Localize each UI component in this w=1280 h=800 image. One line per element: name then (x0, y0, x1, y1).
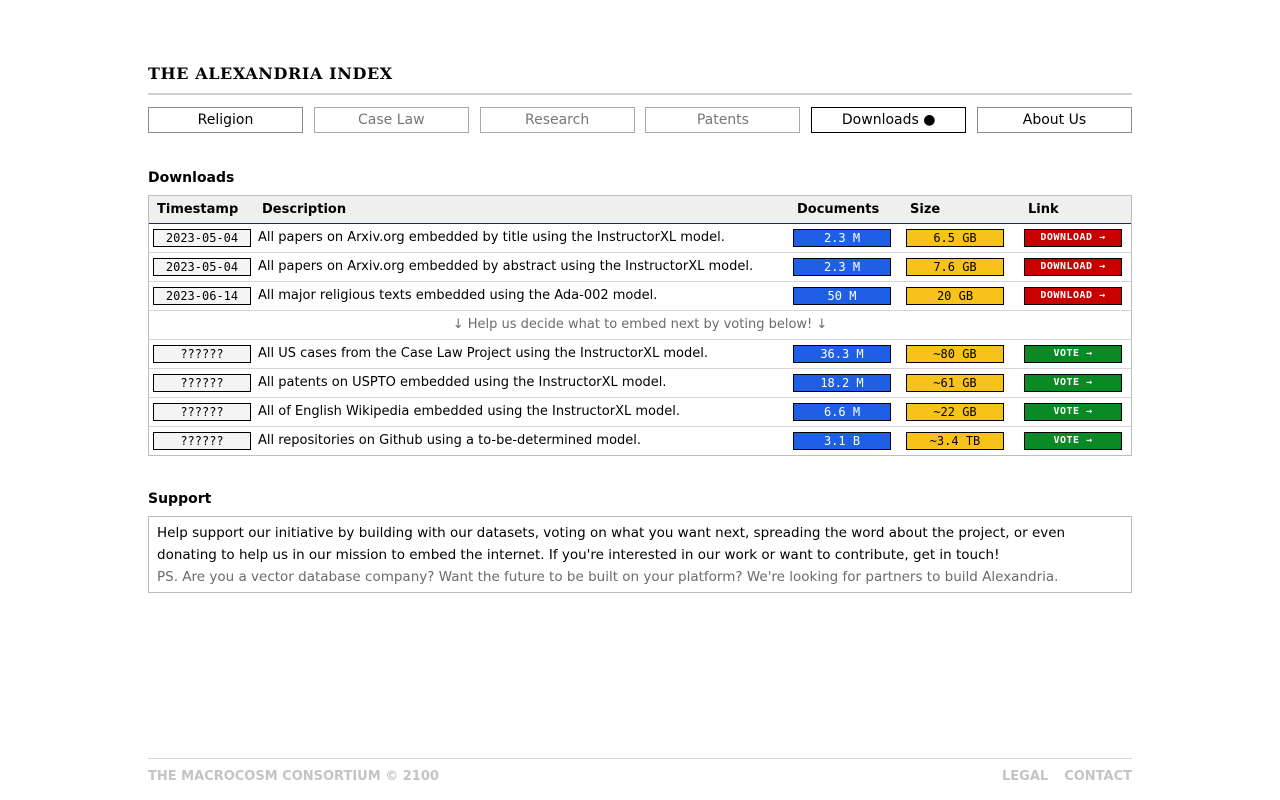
documents-badge: 2.3 M (793, 228, 891, 247)
table-row: ?????? All US cases from the Case Law Pr… (149, 339, 1131, 369)
size-badge: ~3.4 TB (906, 431, 1004, 450)
timestamp-badge: ?????? (153, 344, 251, 363)
table-row: 2023-05-04 All papers on Arxiv.org embed… (149, 223, 1131, 253)
site-title: THE ALEXANDRIA INDEX (148, 64, 393, 83)
documents-badge: 18.2 M (793, 373, 891, 392)
timestamp-badge: 2023-06-14 (153, 286, 251, 305)
table-row: 2023-06-14 All major religious texts emb… (149, 281, 1131, 311)
column-header-link: Link (1020, 196, 1131, 224)
download-button[interactable]: DOWNLOAD → (1024, 228, 1122, 247)
nav-tab-label: Research (524, 112, 590, 128)
download-button[interactable]: DOWNLOAD → (1024, 257, 1122, 276)
timestamp-badge: ?????? (153, 373, 251, 392)
size-badge: ~22 GB (906, 402, 1004, 421)
nav-tab-downloads[interactable]: Downloads ● (811, 107, 967, 133)
nav-tab-label: Religion (197, 112, 254, 128)
size-badge: 7.6 GB (906, 257, 1004, 276)
row-description: All US cases from the Case Law Project u… (254, 339, 789, 369)
nav-tab-patents[interactable]: Patents (645, 107, 801, 133)
table-row: ?????? All of English Wikipedia embedded… (149, 397, 1131, 427)
timestamp-badge: 2023-05-04 (153, 257, 251, 276)
support-panel: Help support our initiative by building … (148, 516, 1132, 593)
main-nav: Religion Case Law Research Patents Downl… (148, 107, 1132, 133)
table-row: ?????? All repositories on Github using … (149, 426, 1131, 455)
documents-badge: 6.6 M (793, 402, 891, 421)
footer-copyright: THE MACROCOSM CONSORTIUM © 2100 (148, 769, 439, 784)
support-ps: PS. Are you a vector database company? W… (157, 569, 1059, 585)
nav-tab-case-law[interactable]: Case Law (313, 107, 469, 133)
timestamp-badge: 2023-05-04 (153, 228, 251, 247)
table-row: 2023-05-04 All papers on Arxiv.org embed… (149, 252, 1131, 282)
nav-tab-religion[interactable]: Religion (148, 107, 303, 133)
vote-button[interactable]: VOTE → (1024, 344, 1122, 363)
documents-badge: 2.3 M (793, 257, 891, 276)
row-description: All patents on USPTO embedded using the … (254, 368, 789, 398)
size-badge: ~80 GB (906, 344, 1004, 363)
support-body: Help support our initiative by building … (157, 525, 1066, 563)
vote-banner-row: ↓ Help us decide what to embed next by v… (149, 310, 1131, 340)
nav-tab-research[interactable]: Research (479, 107, 635, 133)
table-header-row: Timestamp Description Documents Size Lin… (149, 196, 1131, 224)
row-description: All repositories on Github using a to-be… (258, 433, 642, 449)
size-badge: 6.5 GB (906, 228, 1004, 247)
vote-button[interactable]: VOTE → (1024, 402, 1122, 421)
row-description: All papers on Arxiv.org embedded by abst… (254, 252, 789, 282)
row-description: All papers on Arxiv.org embedded by titl… (254, 223, 789, 253)
column-header-size: Size (902, 196, 1020, 224)
timestamp-badge: ?????? (153, 402, 251, 421)
title-divider (148, 93, 1132, 95)
footer-divider (148, 758, 1132, 759)
footer-links: LEGAL CONTACT (1002, 769, 1132, 784)
row-description: All major religious texts embedded using… (254, 281, 789, 311)
size-badge: 20 GB (906, 286, 1004, 305)
size-badge: ~61 GB (906, 373, 1004, 392)
downloads-heading: Downloads (148, 170, 235, 186)
vote-banner: ↓ Help us decide what to embed next by v… (149, 310, 1131, 340)
column-header-timestamp: Timestamp (149, 196, 254, 224)
nav-tab-about-us[interactable]: About Us (976, 107, 1132, 133)
vote-button[interactable]: VOTE → (1024, 373, 1122, 392)
documents-badge: 36.3 M (793, 344, 891, 363)
documents-badge: 50 M (793, 286, 891, 305)
nav-tab-label: Patents (696, 112, 749, 128)
column-header-description: Description (254, 196, 789, 224)
nav-tab-label: Case Law (358, 112, 425, 128)
timestamp-badge: ?????? (153, 431, 251, 450)
column-header-documents: Documents (789, 196, 902, 224)
vote-button[interactable]: VOTE → (1024, 431, 1122, 450)
footer-contact-link[interactable]: CONTACT (1064, 769, 1132, 784)
documents-badge: 3.1 B (793, 431, 891, 450)
nav-tab-label: Downloads ● (841, 112, 936, 128)
table-row: ?????? All patents on USPTO embedded usi… (149, 368, 1131, 398)
downloads-table: Timestamp Description Documents Size Lin… (148, 195, 1132, 456)
footer-legal-link[interactable]: LEGAL (1002, 769, 1048, 784)
row-description: All of English Wikipedia embedded using … (254, 397, 789, 427)
support-heading: Support (148, 491, 212, 507)
nav-tab-label: About Us (1022, 112, 1087, 128)
download-button[interactable]: DOWNLOAD → (1024, 286, 1122, 305)
